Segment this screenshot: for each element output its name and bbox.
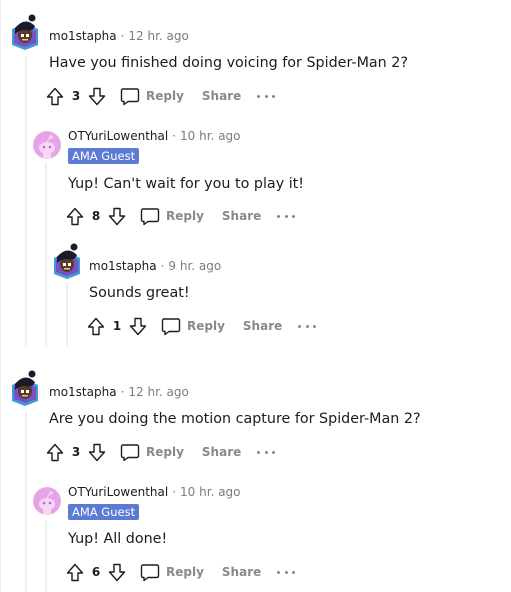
more-options-icon (277, 570, 281, 574)
separator-dot: · (120, 29, 125, 43)
ama-guest-badge: AMA Guest (68, 148, 140, 164)
comment-body: Sounds great! (89, 285, 190, 301)
share-button[interactable]: Share (243, 319, 282, 333)
reply-button[interactable]: Reply (140, 563, 204, 582)
comment-bubble-icon (140, 563, 160, 581)
share-button[interactable]: Share (222, 209, 261, 223)
timestamp[interactable]: 12 hr. ago (128, 29, 188, 43)
vote-count: 3 (71, 89, 81, 103)
comment-bubble-icon (120, 87, 140, 105)
comment-bubble-icon (120, 443, 140, 461)
user-avatar-icon[interactable] (11, 14, 39, 50)
more-options-button[interactable] (257, 91, 276, 101)
vote-count: 1 (112, 319, 122, 333)
more-options-icon (298, 324, 302, 328)
reply-label: Reply (146, 89, 184, 103)
comment-actions: 6 Reply Share (64, 560, 296, 584)
separator-dot: · (120, 385, 125, 399)
comment-body: Are you doing the motion capture for Spi… (49, 411, 421, 427)
comment-actions: 1 Reply Share (85, 314, 317, 338)
upvote-button[interactable] (64, 205, 86, 227)
downvote-icon (88, 87, 106, 105)
thread-line-5[interactable] (45, 520, 47, 592)
thread-line-4[interactable] (25, 412, 27, 592)
ama-guest-badge: AMA Guest (68, 504, 140, 520)
timestamp[interactable]: 12 hr. ago (128, 385, 188, 399)
comment-actions: 3 Reply Share (44, 84, 276, 108)
comment-bubble-icon (161, 317, 181, 335)
vote-count: 6 (91, 565, 101, 579)
downvote-button[interactable] (86, 441, 108, 463)
upvote-button[interactable] (64, 561, 86, 583)
reply-button[interactable]: Reply (120, 87, 184, 106)
upvote-button[interactable] (85, 315, 107, 337)
comment-meta: OTYuriLowenthal · 10 hr. ago (68, 128, 241, 144)
upvote-icon (66, 207, 84, 225)
reply-label: Reply (146, 445, 184, 459)
share-button[interactable]: Share (202, 89, 241, 103)
username-link[interactable]: mo1stapha (49, 385, 117, 399)
share-button[interactable]: Share (202, 445, 241, 459)
downvote-icon (129, 317, 147, 335)
thread-border (0, 0, 1, 592)
comment-meta: mo1stapha · 9 hr. ago (89, 258, 221, 274)
more-options-button[interactable] (257, 447, 276, 457)
timestamp[interactable]: 10 hr. ago (180, 129, 240, 143)
timestamp[interactable]: 9 hr. ago (168, 259, 221, 273)
comment-body: Yup! All done! (68, 531, 168, 547)
downvote-icon (108, 563, 126, 581)
comment-bubble-icon (140, 207, 160, 225)
separator-dot: · (172, 485, 177, 499)
more-options-icon (257, 94, 261, 98)
reply-label: Reply (187, 319, 225, 333)
downvote-button[interactable] (127, 315, 149, 337)
upvote-icon (66, 563, 84, 581)
more-options-button[interactable] (298, 321, 317, 331)
downvote-icon (88, 443, 106, 461)
more-options-icon (257, 450, 261, 454)
reply-button[interactable]: Reply (120, 443, 184, 462)
reply-label: Reply (166, 209, 204, 223)
downvote-button[interactable] (86, 85, 108, 107)
comment-actions: 3 Reply Share (44, 440, 276, 464)
snoo-avatar-icon[interactable] (33, 131, 61, 159)
thread-line-1[interactable] (25, 56, 27, 346)
more-options-button[interactable] (277, 211, 296, 221)
share-button[interactable]: Share (222, 565, 261, 579)
thread-line-2[interactable] (45, 163, 47, 346)
username-link[interactable]: OTYuriLowenthal (68, 129, 168, 143)
downvote-button[interactable] (106, 561, 128, 583)
downvote-button[interactable] (106, 205, 128, 227)
reply-button[interactable]: Reply (161, 317, 225, 336)
username-link[interactable]: mo1stapha (49, 29, 117, 43)
user-avatar-icon[interactable] (11, 370, 39, 406)
username-link[interactable]: mo1stapha (89, 259, 157, 273)
more-options-button[interactable] (277, 567, 296, 577)
upvote-icon (46, 87, 64, 105)
comment-meta: mo1stapha · 12 hr. ago (49, 384, 189, 400)
snoo-avatar-icon[interactable] (33, 487, 61, 515)
separator-dot: · (172, 129, 177, 143)
vote-count: 8 (91, 209, 101, 223)
reply-label: Reply (166, 565, 204, 579)
timestamp[interactable]: 10 hr. ago (180, 485, 240, 499)
upvote-button[interactable] (44, 441, 66, 463)
comment-meta: mo1stapha · 12 hr. ago (49, 28, 189, 44)
comment-meta: OTYuriLowenthal · 10 hr. ago (68, 484, 241, 500)
comment-body: Have you finished doing voicing for Spid… (49, 55, 408, 71)
vote-count: 3 (71, 445, 81, 459)
comment-actions: 8 Reply Share (64, 204, 296, 228)
upvote-icon (46, 443, 64, 461)
username-link[interactable]: OTYuriLowenthal (68, 485, 168, 499)
more-options-icon (277, 214, 281, 218)
thread-line-3[interactable] (66, 282, 68, 346)
upvote-button[interactable] (44, 85, 66, 107)
user-avatar-icon[interactable] (53, 243, 81, 279)
upvote-icon (87, 317, 105, 335)
reply-button[interactable]: Reply (140, 207, 204, 226)
separator-dot: · (160, 259, 165, 273)
comment-body: Yup! Can't wait for you to play it! (68, 176, 305, 192)
downvote-icon (108, 207, 126, 225)
